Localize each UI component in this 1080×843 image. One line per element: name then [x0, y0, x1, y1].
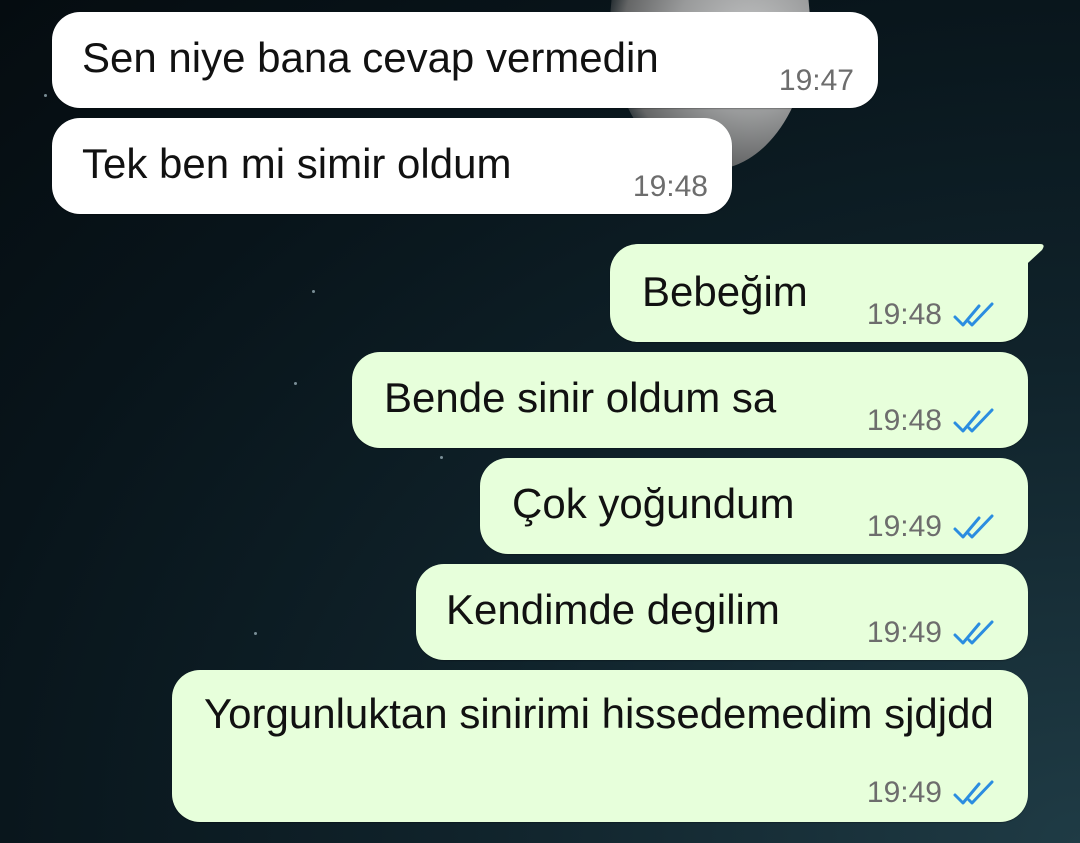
outgoing-message[interactable]: Yorgunluktan sinirimi hissedemedim sjdjd…: [172, 670, 1028, 822]
message-text: Bende sinir oldum sa: [384, 374, 777, 421]
message-text: Sen niye bana cevap vermedin: [82, 34, 659, 81]
outgoing-message[interactable]: Bende sinir oldum sa 19:48: [352, 352, 1028, 448]
message-time: 19:49: [866, 616, 942, 649]
message-text: Yorgunluktan sinirimi hissedemedim sjdjd…: [204, 690, 994, 737]
outgoing-message[interactable]: Çok yoğundum 19:49: [480, 458, 1028, 554]
message-meta: 19:47: [779, 64, 854, 98]
message-time: 19:49: [866, 510, 942, 543]
message-time: 19:47: [778, 64, 854, 97]
outgoing-message[interactable]: Bebeğim 19:48: [610, 244, 1044, 342]
double-check-icon: [953, 408, 994, 433]
double-check-icon: [953, 302, 994, 327]
double-check-icon: [953, 620, 994, 645]
double-check-icon: [953, 514, 994, 539]
message-time: 19:49: [866, 776, 942, 809]
message-text: Çok yoğundum: [512, 480, 795, 527]
message-time: 19:48: [866, 298, 942, 331]
message-meta: 19:48: [633, 170, 708, 204]
star: [440, 456, 443, 459]
star: [312, 290, 315, 293]
message-time: 19:48: [866, 404, 942, 437]
star: [44, 94, 47, 97]
message-meta: 19:49: [867, 510, 998, 544]
bubble-tail: [1016, 244, 1044, 274]
message-meta: 19:49: [867, 616, 998, 650]
incoming-message[interactable]: Sen niye bana cevap vermedin 19:47: [52, 12, 878, 108]
message-text: Tek ben mi simir oldum: [82, 140, 512, 187]
message-text: Kendimde degilim: [446, 586, 780, 633]
star: [294, 382, 297, 385]
incoming-message[interactable]: Tek ben mi simir oldum 19:48: [52, 118, 732, 214]
star: [254, 632, 257, 635]
double-check-icon: [953, 780, 994, 805]
message-meta: 19:48: [867, 404, 998, 438]
message-meta: 19:49: [867, 776, 998, 810]
outgoing-message[interactable]: Kendimde degilim 19:49: [416, 564, 1028, 660]
message-time: 19:48: [632, 170, 708, 203]
message-text: Bebeğim: [642, 268, 808, 315]
message-meta: 19:48: [867, 298, 998, 332]
